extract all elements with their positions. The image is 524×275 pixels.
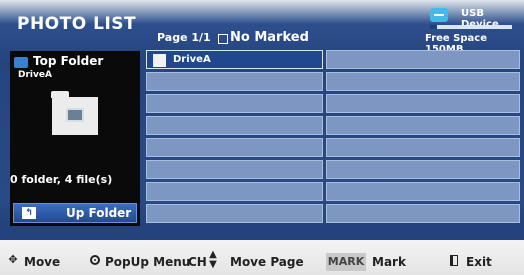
grid-cell[interactable]: DriveA (146, 50, 323, 69)
grid-cell[interactable] (326, 182, 520, 201)
footer-hint-bar: ✥ Move PopUp Menu CH ▲ ▼ Move Page MARK M… (0, 240, 524, 275)
move-hint: Move (24, 255, 61, 269)
ch-label: CH (188, 255, 207, 269)
photo-icon (66, 108, 84, 122)
checkbox-icon (218, 34, 228, 44)
grid-cell[interactable] (146, 160, 323, 179)
grid-cell[interactable] (146, 94, 323, 113)
popup-menu-hint: PopUp Menu (105, 255, 191, 269)
top-folder-label[interactable]: Top Folder (33, 54, 103, 68)
grid-cell[interactable] (326, 50, 520, 69)
mark-hint: Mark (372, 255, 406, 269)
ok-circle-icon (90, 255, 100, 265)
file-count: 0 folder, 4 file(s) (10, 173, 113, 186)
free-space-meter-fill (430, 25, 437, 29)
grid-cell[interactable] (146, 72, 323, 91)
page-indicator: Page 1/1 (157, 31, 211, 44)
photo-grid: DriveA (146, 50, 520, 227)
drive-name: DriveA (18, 70, 52, 80)
page-title: PHOTO LIST (17, 14, 137, 34)
grid-cell[interactable] (146, 204, 323, 223)
grid-cell[interactable] (326, 72, 520, 91)
move-page-hint: Move Page (230, 255, 304, 269)
grid-cell[interactable] (146, 182, 323, 201)
grid-cell[interactable] (146, 116, 323, 135)
up-folder-icon: ↰ (22, 207, 36, 219)
grid-cell-label: DriveA (173, 54, 211, 65)
grid-cell[interactable] (326, 204, 520, 223)
four-way-arrows-icon: ✥ (8, 253, 18, 266)
folder-preview (51, 91, 98, 135)
file-thumb-icon (153, 54, 166, 67)
up-down-arrows-icon: ▲ ▼ (209, 249, 217, 270)
up-folder-label: Up Folder (66, 206, 132, 220)
exit-icon (450, 255, 458, 266)
grid-cell[interactable] (326, 160, 520, 179)
grid-cell[interactable] (326, 116, 520, 135)
folder-icon (14, 57, 28, 68)
grid-cell[interactable] (326, 138, 520, 157)
photo-list-screen: PHOTO LIST Page 1/1 No Marked USB Device… (0, 0, 524, 275)
up-folder-button[interactable]: ↰ Up Folder (13, 203, 137, 223)
grid-cell[interactable] (326, 94, 520, 113)
marked-status: No Marked (230, 30, 309, 45)
exit-hint: Exit (466, 255, 492, 269)
grid-cell[interactable] (146, 138, 323, 157)
usb-icon (430, 8, 448, 22)
free-space-meter (430, 25, 512, 29)
mark-key: MARK (326, 253, 366, 271)
folder-info-panel: Top Folder DriveA 0 folder, 4 file(s) ↰ … (10, 51, 140, 226)
